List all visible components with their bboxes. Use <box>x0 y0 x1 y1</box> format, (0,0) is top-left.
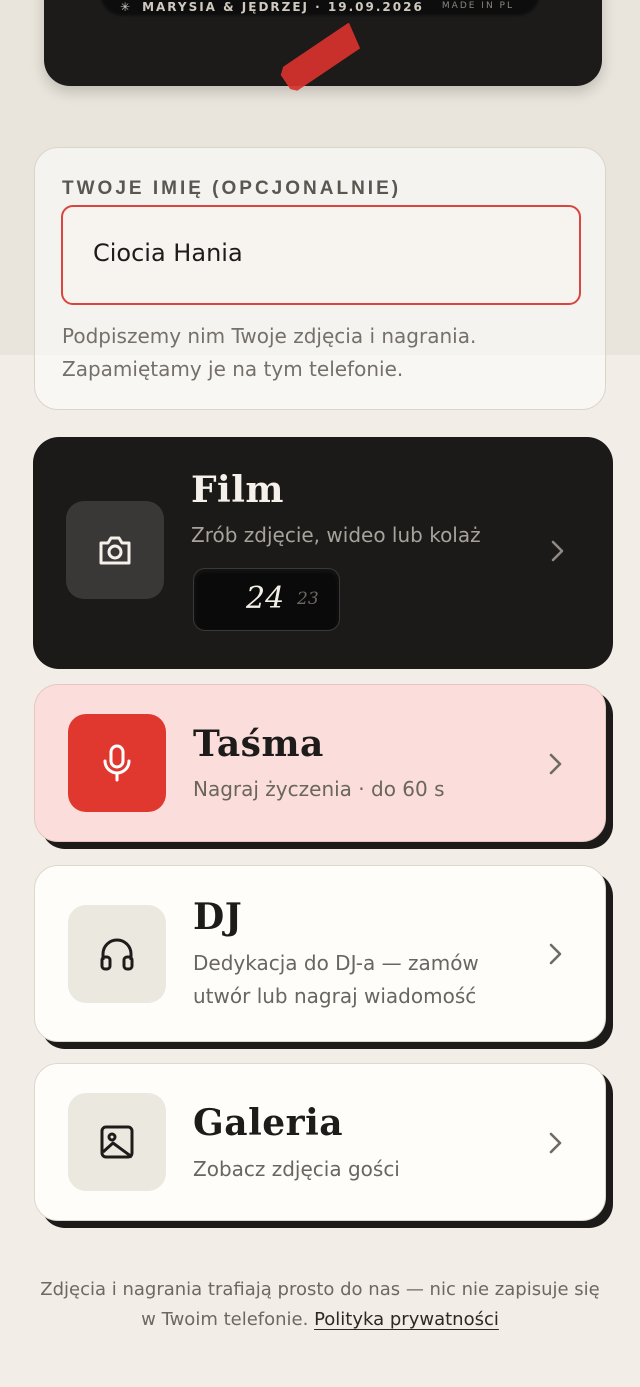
galeria-subtitle: Zobacz zdjęcia gości <box>193 1157 400 1181</box>
dj-subtitle: Dedykacja do DJ-a — zamów utwór lub nagr… <box>193 951 479 1008</box>
chevron-right-icon <box>549 753 562 775</box>
name-input[interactable]: Ciocia Hania <box>61 205 581 305</box>
camera-icon-box <box>66 501 164 599</box>
privacy-policy-link[interactable]: Polityka prywatności <box>314 1309 499 1330</box>
film-title: Film <box>191 469 285 511</box>
counter-next: 23 <box>297 589 319 609</box>
footer-line-2: w Twoim telefonie. <box>141 1309 309 1330</box>
footer-line-1: Zdjęcia i nagrania trafiają prosto do na… <box>40 1279 600 1300</box>
tasma-title: Taśma <box>193 723 324 765</box>
counter-current: 24 <box>246 581 285 616</box>
galeria-title: Galeria <box>193 1102 344 1144</box>
headphones-icon <box>100 938 134 971</box>
ticket-strip: ✳ MARYSIA & JĘDRZEJ · 19.09.2026 MADE IN … <box>100 0 540 18</box>
name-input-value[interactable]: Ciocia Hania <box>93 239 243 267</box>
name-field-help: Podpiszemy nim Twoje zdjęcia i nagrania.… <box>62 324 477 381</box>
dj-card[interactable]: DJ Dedykacja do DJ-a — zamów utwór lub n… <box>34 865 606 1042</box>
sparkle-icon: ✳ <box>120 0 133 14</box>
dj-title: DJ <box>193 896 243 938</box>
made-in-label: MADE IN PL <box>441 1 514 11</box>
footer-note: Zdjęcia i nagrania trafiają prosto do na… <box>20 1275 620 1335</box>
chevron-right-icon <box>551 540 564 562</box>
couple-names-date: MARYSIA & JĘDRZEJ · 19.09.2026 <box>142 0 424 14</box>
name-field-label: TWOJE IMIĘ (OPCJONALNIE) <box>62 178 402 199</box>
image-icon <box>100 1125 134 1159</box>
microphone-icon <box>103 744 131 782</box>
camera-icon <box>99 536 131 565</box>
microphone-icon-box <box>68 714 166 812</box>
tasma-card[interactable]: Taśma Nagraj życzenia · do 60 s <box>34 684 606 842</box>
tasma-subtitle: Nagraj życzenia · do 60 s <box>193 777 445 801</box>
film-card[interactable]: Film Zrób zdjęcie, wideo lub kolaż 24 23 <box>33 437 613 669</box>
image-icon-box <box>68 1093 166 1191</box>
name-card: TWOJE IMIĘ (OPCJONALNIE) Ciocia Hania Po… <box>34 147 606 410</box>
chevron-right-icon <box>549 1132 562 1154</box>
film-subtitle: Zrób zdjęcie, wideo lub kolaż <box>191 523 481 547</box>
film-counter: 24 23 <box>193 568 340 631</box>
chevron-right-icon <box>549 943 562 965</box>
headphones-icon-box <box>68 905 166 1003</box>
galeria-card[interactable]: Galeria Zobacz zdjęcia gości <box>34 1063 606 1221</box>
